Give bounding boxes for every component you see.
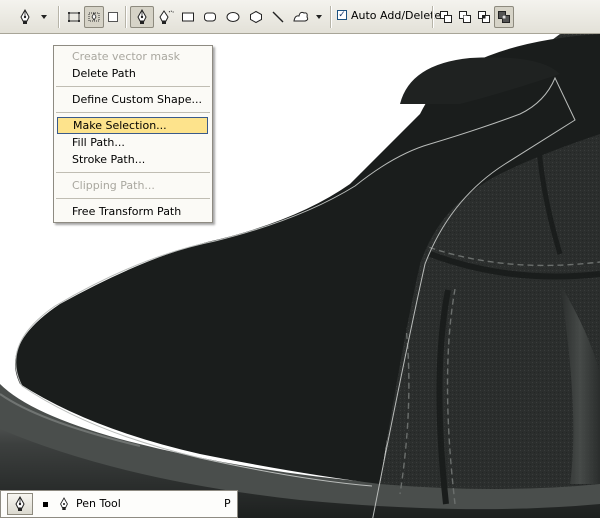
subtract-from-path-area-icon[interactable] [456, 6, 474, 28]
auto-add-delete-label: Auto Add/Delete [351, 9, 442, 22]
exclude-overlapping-path-areas-icon[interactable] [494, 6, 514, 28]
tool-preset-picker-button[interactable] [7, 493, 33, 515]
menu-item-free-transform-path[interactable]: Free Transform Path [54, 203, 212, 220]
chevron-down-icon[interactable] [313, 6, 325, 28]
menu-item-create-vector-mask: Create vector mask [72, 50, 180, 63]
menu-divider [56, 112, 210, 113]
rectangle-icon[interactable] [179, 6, 197, 28]
tool-preset-bar: Pen Tool P [0, 490, 238, 518]
tool-shortcut-key: P [224, 497, 231, 510]
add-to-path-area-icon[interactable] [437, 6, 455, 28]
freeform-pen-icon[interactable] [156, 6, 178, 28]
chevron-down-icon[interactable] [38, 6, 50, 28]
pen-icon[interactable] [130, 6, 154, 28]
menu-item-make-selection[interactable]: Make Selection... [57, 117, 208, 134]
toolbar-divider [125, 6, 127, 28]
ellipse-icon[interactable] [224, 6, 242, 28]
intersect-path-areas-icon[interactable] [475, 6, 493, 28]
current-tool-indicator [43, 502, 48, 507]
toolbar-divider [58, 6, 60, 28]
tool-preset-name[interactable]: Pen Tool [76, 497, 121, 510]
menu-divider [56, 172, 210, 173]
toolbar-divider [432, 6, 434, 28]
fill-pixels-icon[interactable] [104, 6, 122, 28]
menu-item-fill-path[interactable]: Fill Path... [54, 134, 212, 151]
menu-item-clipping-path: Clipping Path... [72, 179, 155, 192]
auto-add-delete-checkbox[interactable]: ✓ [337, 10, 347, 20]
pen-icon [15, 496, 25, 511]
pen-tool-icon [58, 496, 70, 515]
menu-item-delete-path[interactable]: Delete Path [54, 65, 212, 82]
menu-item-define-custom-shape[interactable]: Define Custom Shape... [54, 91, 212, 108]
menu-divider [56, 86, 210, 87]
pen-tool-icon[interactable] [12, 6, 38, 28]
shape-layers-icon[interactable] [64, 6, 84, 28]
toolbar-divider [330, 6, 332, 28]
options-bar: ✓ Auto Add/Delete [0, 0, 600, 34]
paths-icon[interactable] [84, 6, 104, 28]
custom-shape-icon[interactable] [290, 6, 312, 28]
menu-item-stroke-path[interactable]: Stroke Path... [54, 151, 212, 168]
rounded-rectangle-icon[interactable] [201, 6, 219, 28]
path-context-menu: Create vector mask Delete Path Define Cu… [53, 45, 213, 223]
menu-divider [56, 198, 210, 199]
line-icon[interactable] [269, 6, 287, 28]
polygon-icon[interactable] [247, 6, 265, 28]
